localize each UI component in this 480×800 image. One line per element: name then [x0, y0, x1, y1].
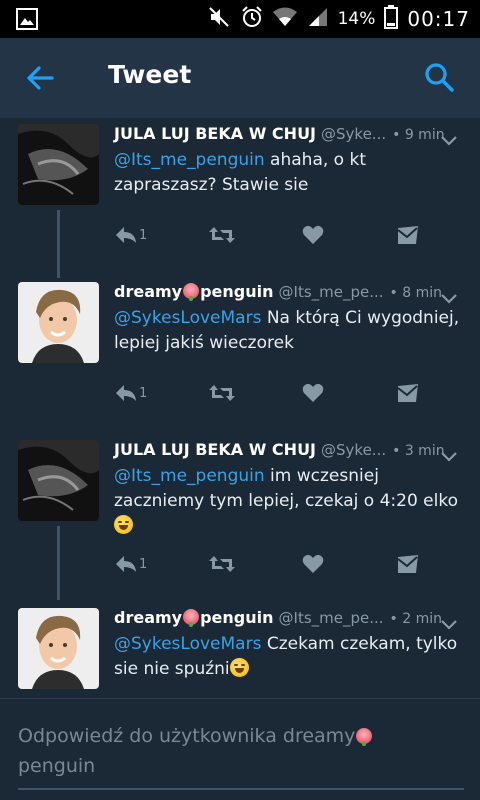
mention-link[interactable]: @Its_me_penguin — [114, 466, 265, 486]
tweet-item[interactable]: dreamy penguin @Its_me_pe... • 8 min @Syk… — [0, 276, 480, 431]
tweet-text: @Its_me_penguin ahaha, o kt zapraszasz? … — [114, 148, 462, 198]
tweet-text: @Its_me_penguin im wczesniej zaczniemy t… — [114, 464, 462, 539]
author-name[interactable]: JULA LUJ BEKA W CHUJ — [114, 440, 316, 459]
tweet-header: dreamy penguin @Its_me_pe... • 2 min — [114, 608, 454, 632]
envelope-icon — [397, 555, 418, 573]
avatar[interactable] — [18, 440, 99, 521]
tweet-item[interactable]: JULA LUJ BEKA W CHUJ @Syke... • 3 min @I… — [0, 434, 480, 600]
mute-icon — [208, 6, 232, 32]
tweet-thread: JULA LUJ BEKA W CHUJ @Syke... • 9 min @I… — [0, 118, 480, 698]
reply-button[interactable]: 1 — [114, 551, 147, 577]
reply-count: 1 — [139, 385, 148, 401]
thread-line — [57, 210, 60, 278]
tweet-actions: 1 — [114, 222, 434, 248]
rose-emoji-icon — [183, 609, 200, 627]
author-name[interactable]: dreamy penguin — [114, 282, 274, 301]
author-name[interactable]: dreamy penguin — [114, 608, 274, 627]
wifi-icon — [272, 6, 298, 32]
retweet-button[interactable] — [208, 222, 236, 248]
author-handle[interactable]: @Syke... — [321, 441, 386, 459]
alarm-icon — [241, 6, 263, 32]
retweet-button[interactable] — [208, 380, 236, 406]
input-underline — [18, 788, 464, 790]
chevron-down-icon[interactable] — [440, 132, 458, 146]
page-title: Tweet — [108, 60, 192, 89]
author-name-part: penguin — [200, 608, 274, 627]
mention-link[interactable]: @SykesLoveMars — [114, 308, 261, 328]
author-handle[interactable]: @Syke... — [321, 125, 386, 143]
direct-message-button[interactable] — [396, 380, 420, 406]
heart-icon — [302, 383, 324, 402]
avatar[interactable] — [18, 124, 99, 205]
chevron-down-icon[interactable] — [440, 448, 458, 462]
app-bar: Tweet — [0, 38, 480, 118]
laughing-emoji-icon — [229, 658, 249, 677]
tweet-time: • 8 min — [389, 285, 442, 301]
battery-icon — [384, 5, 399, 33]
retweet-icon — [209, 385, 235, 401]
reply-button[interactable]: 1 — [114, 222, 147, 248]
avatar[interactable] — [18, 608, 99, 689]
signal-icon — [307, 6, 329, 32]
reply-button[interactable]: 1 — [114, 380, 147, 406]
laughing-emoji-icon — [114, 515, 133, 534]
tweet-time: • 9 min — [392, 127, 445, 143]
tweet-time: • 3 min — [392, 443, 445, 459]
rose-emoji-icon — [183, 283, 200, 301]
thread-line — [57, 526, 60, 600]
chevron-down-icon[interactable] — [440, 616, 458, 630]
status-clock: 00:17 — [407, 7, 470, 31]
search-icon[interactable] — [422, 60, 458, 96]
author-name-part: dreamy — [114, 608, 183, 627]
reply-icon — [116, 556, 136, 572]
author-handle[interactable]: @Its_me_pe... — [279, 283, 384, 301]
back-arrow-icon[interactable] — [22, 60, 62, 96]
tweet-text: @SykesLoveMars Na którą Ci wygodniej, le… — [114, 306, 462, 356]
like-button[interactable] — [302, 551, 324, 577]
retweet-icon — [209, 227, 235, 243]
tweet-actions: 1 — [114, 380, 434, 406]
like-button[interactable] — [302, 222, 324, 248]
heart-icon — [302, 225, 324, 244]
status-bar: 14% 00:17 — [0, 0, 480, 38]
tweet-actions: 1 — [114, 551, 434, 577]
tweet-text: @SykesLoveMars Czekam czekam, tylko sie … — [114, 632, 462, 682]
tweet-time: • 2 min — [389, 611, 442, 627]
reply-icon — [116, 227, 136, 243]
mention-link[interactable]: @Its_me_penguin — [114, 150, 265, 170]
reply-placeholder: Odpowiedź do użytkownika dreamy — [18, 725, 356, 747]
author-name[interactable]: JULA LUJ BEKA W CHUJ — [114, 124, 316, 143]
tweet-header: dreamy penguin @Its_me_pe... • 8 min — [114, 282, 454, 306]
like-button[interactable] — [302, 380, 324, 406]
reply-composer: Odpowiedź do użytkownika dreamy penguin — [0, 698, 480, 800]
reply-placeholder: penguin — [18, 755, 96, 777]
battery-percent: 14% — [337, 9, 376, 29]
tweet-header: JULA LUJ BEKA W CHUJ @Syke... • 3 min — [114, 440, 454, 464]
envelope-icon — [397, 384, 418, 402]
chevron-down-icon[interactable] — [440, 290, 458, 304]
rose-emoji-icon — [356, 728, 373, 746]
gallery-icon — [16, 8, 38, 34]
reply-input[interactable]: Odpowiedź do użytkownika dreamy penguin — [18, 721, 464, 781]
retweet-button[interactable] — [208, 551, 236, 577]
direct-message-button[interactable] — [396, 551, 420, 577]
tweet-item[interactable]: JULA LUJ BEKA W CHUJ @Syke... • 9 min @I… — [0, 118, 480, 278]
direct-message-button[interactable] — [396, 222, 420, 248]
author-handle[interactable]: @Its_me_pe... — [279, 609, 384, 627]
tweet-header: JULA LUJ BEKA W CHUJ @Syke... • 9 min — [114, 124, 454, 148]
tweet-item[interactable]: dreamy penguin @Its_me_pe... • 2 min @Syk… — [0, 602, 480, 698]
envelope-icon — [397, 226, 418, 244]
retweet-icon — [209, 556, 235, 572]
mention-link[interactable]: @SykesLoveMars — [114, 634, 261, 654]
reply-icon — [116, 385, 136, 401]
author-name-part: penguin — [200, 282, 274, 301]
reply-count: 1 — [139, 556, 148, 572]
heart-icon — [302, 554, 324, 573]
avatar[interactable] — [18, 282, 99, 363]
reply-count: 1 — [139, 227, 148, 243]
author-name-part: dreamy — [114, 282, 183, 301]
